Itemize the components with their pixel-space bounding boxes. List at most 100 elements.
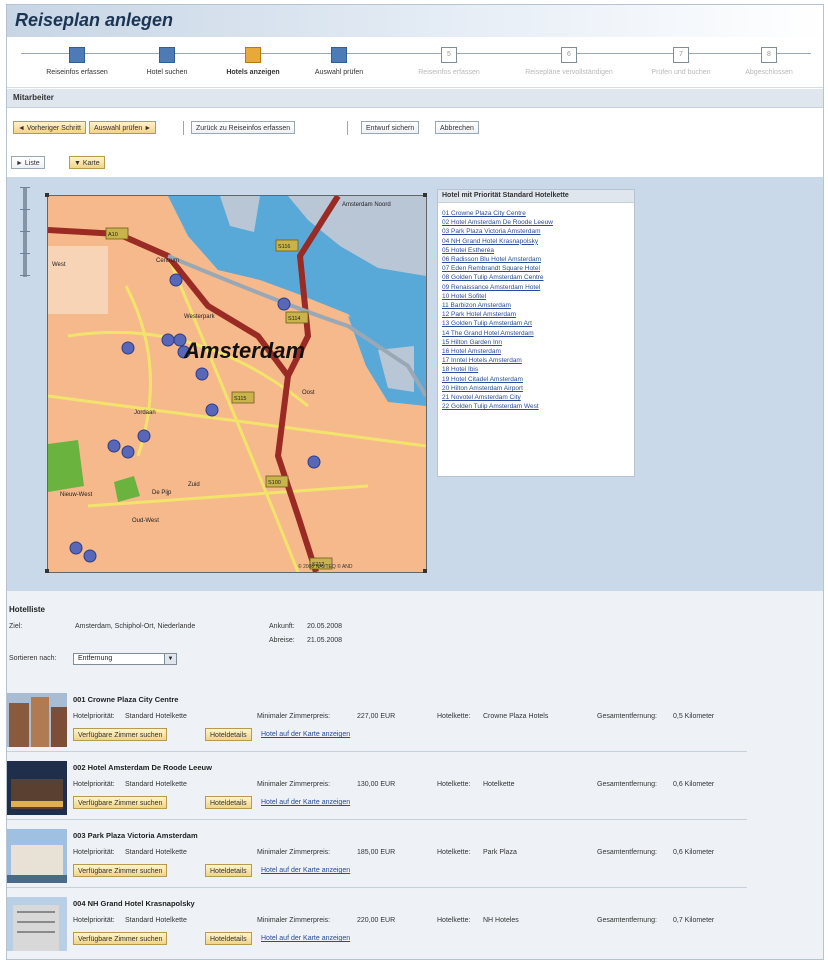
roadmap-step-2[interactable]: Hotel suchen [117,43,217,76]
map-label: Oost [302,390,315,396]
hotel-legend-link[interactable]: 08 Golden Tulip Amsterdam Centre [442,273,634,282]
hotel-row: 002 Hotel Amsterdam De Roode Leeuw Hotel… [7,755,747,820]
view-toggle: ► Liste ▼ Karte [7,155,823,171]
resize-handle[interactable] [45,193,49,197]
price-label: Minimaler Zimmerpreis: [257,917,331,924]
previous-step-button[interactable]: ◄ Vorheriger Schritt [13,121,86,134]
map-canvas[interactable]: Amsterdam Noord Centrum Oost Zuid West D… [48,196,426,572]
show-on-map-link[interactable]: Hotel auf der Karte anzeigen [261,799,350,806]
hotel-legend-link[interactable]: 06 Radisson Blu Hotel Amsterdam [442,255,634,264]
chain-value: NH Hoteles [483,917,519,924]
map-label: West [52,262,66,268]
city-map[interactable]: Amsterdam Noord Centrum Oost Zuid West D… [47,195,427,573]
price-value: 130,00 EUR [357,781,396,788]
tab-map[interactable]: ▼ Karte [69,156,105,169]
roadmap-step-3[interactable]: Hotels anzeigen [203,43,303,76]
map-label: Oud-West [132,518,159,524]
hotel-legend-link[interactable]: 04 NH Grand Hotel Krasnapolsky [442,237,634,246]
cancel-button[interactable]: Abbrechen [435,121,479,134]
tab-list[interactable]: ► Liste [11,156,45,169]
arrival-value: 20.05.2008 [307,623,343,630]
search-rooms-button[interactable]: Verfügbare Zimmer suchen [73,728,168,741]
resize-handle[interactable] [423,569,427,573]
roadmap-step-1[interactable]: Reiseinfos erfassen [27,43,127,76]
search-rooms-button[interactable]: Verfügbare Zimmer suchen [73,864,168,877]
hotel-legend-link[interactable]: 17 Inntel Hotels Amsterdam [442,356,634,365]
distance-label: Gesamtentfernung: [597,713,657,720]
show-on-map-link[interactable]: Hotel auf der Karte anzeigen [261,731,350,738]
save-draft-button[interactable]: Entwurf sichern [361,121,420,134]
priority-value: Standard Hotelkette [125,781,187,788]
hotel-legend-link[interactable]: 02 Hotel Amsterdam De Roode Leeuw [442,218,634,227]
hotel-legend-link[interactable]: 18 Hotel Ibis [442,365,634,374]
show-on-map-link[interactable]: Hotel auf der Karte anzeigen [261,867,350,874]
distance-value: 0,6 Kilometer [673,849,715,856]
map-label: Westerpark [184,314,216,320]
search-rooms-button[interactable]: Verfügbare Zimmer suchen [73,932,168,945]
sort-label: Sortieren nach: [9,655,57,662]
departure-label: Abreise: [269,637,295,644]
priority-label: Hotelpriorität: [73,781,115,788]
hotel-legend-link[interactable]: 10 Hotel Sofitel [442,292,634,301]
distance-label: Gesamtentfernung: [597,781,657,788]
priority-value: Standard Hotelkette [125,849,187,856]
hotel-legend-link[interactable]: 15 Hilton Garden Inn [442,338,634,347]
page-title: Reiseplan anlegen [15,10,174,30]
hotel-photo [7,693,67,747]
hotel-details-button[interactable]: Hoteldetails [205,932,252,945]
back-to-travel-info-button[interactable]: Zurück zu Reiseinfos erfassen [191,121,296,134]
hotel-legend-link[interactable]: 01 Crowne Plaza City Centre [442,209,634,218]
step-marker-icon: 5 [441,47,457,63]
chain-label: Hotelkette: [437,917,471,924]
show-on-map-link[interactable]: Hotel auf der Karte anzeigen [261,935,350,942]
step-label: Prüfen und buchen [651,69,711,76]
resize-handle[interactable] [423,193,427,197]
hotel-row: 001 Crowne Plaza City Centre Hotelpriori… [7,687,747,752]
step-label: Auswahl prüfen [314,69,364,76]
hotel-details-button[interactable]: Hoteldetails [205,864,252,877]
hotel-legend-link[interactable]: 13 Golden Tulip Amsterdam Art [442,319,634,328]
hotel-legend-link[interactable]: 03 Park Plaza Victoria Amsterdam [442,227,634,236]
resize-handle[interactable] [45,569,49,573]
chevron-down-icon[interactable]: ▼ [164,654,176,664]
check-selection-button[interactable]: Auswahl prüfen ► [89,121,157,134]
road-shield-label: S115 [234,396,246,402]
hotel-legend-link[interactable]: 19 Hotel Citadel Amsterdam [442,375,634,384]
road-shield-label: S116 [278,244,290,250]
chain-value: Crowne Plaza Hotels [483,713,549,720]
hotel-photo [7,761,67,815]
app-window: Reiseplan anlegen Reiseinfos erfassen Ho… [6,4,824,960]
step-marker-icon [245,47,261,63]
hotel-legend-link[interactable]: 05 Hotel Estheréa [442,246,634,255]
hotel-legend-link[interactable]: 16 Hotel Amsterdam [442,347,634,356]
distance-label: Gesamtentfernung: [597,917,657,924]
hotel-list-section: Hotelliste Ziel: Amsterdam, Schiphol-Ort… [7,591,823,959]
roadmap-step-4[interactable]: Auswahl prüfen [289,43,389,76]
hotel-legend-link[interactable]: 12 Park Hotel Amsterdam [442,310,634,319]
hotel-name: 002 Hotel Amsterdam De Roode Leeuw [73,763,212,772]
section-label: Mitarbeiter [13,93,54,102]
hotel-details-button[interactable]: Hoteldetails [205,796,252,809]
sort-select[interactable]: Entfernung ▼ [73,653,177,665]
hotel-row: 004 NH Grand Hotel Krasnapolsky Hotelpri… [7,891,747,955]
hotel-details-button[interactable]: Hoteldetails [205,728,252,741]
hotel-legend-link[interactable]: 07 Eden Rembrandt Square Hotel [442,264,634,273]
zoom-slider[interactable] [20,187,30,277]
hotel-legend-link[interactable]: 21 Novotel Amsterdam City [442,393,634,402]
chain-value: Hotelkette [483,781,515,788]
hotel-legend-link[interactable]: 14 The Grand Hotel Amsterdam [442,329,634,338]
hotel-name: 003 Park Plaza Victoria Amsterdam [73,831,198,840]
hotel-legend-link[interactable]: 11 Barbizon Amsterdam [442,301,634,310]
distance-value: 0,5 Kilometer [673,713,715,720]
road-shield-label: S114 [288,316,300,322]
hotel-legend-link[interactable]: 20 Hilton Amsterdam Airport [442,384,634,393]
hotel-legend-title: Hotel mit Priorität Standard Hotelkette [438,190,634,203]
roadmap-step-7: 7 Prüfen und buchen [631,43,731,76]
hotel-legend-link[interactable]: 09 Renaissance Amsterdam Hotel [442,283,634,292]
hotel-photo [7,897,67,951]
toolbar: ◄ Vorheriger Schritt Auswahl prüfen ► Zu… [7,119,823,139]
map-copyright: © 2008 NAVTEQ © AND [298,563,353,570]
hotel-legend-link[interactable]: 22 Golden Tulip Amsterdam West [442,402,634,411]
destination-value: Amsterdam, Schiphol-Ort, Niederlande [75,623,196,630]
search-rooms-button[interactable]: Verfügbare Zimmer suchen [73,796,168,809]
